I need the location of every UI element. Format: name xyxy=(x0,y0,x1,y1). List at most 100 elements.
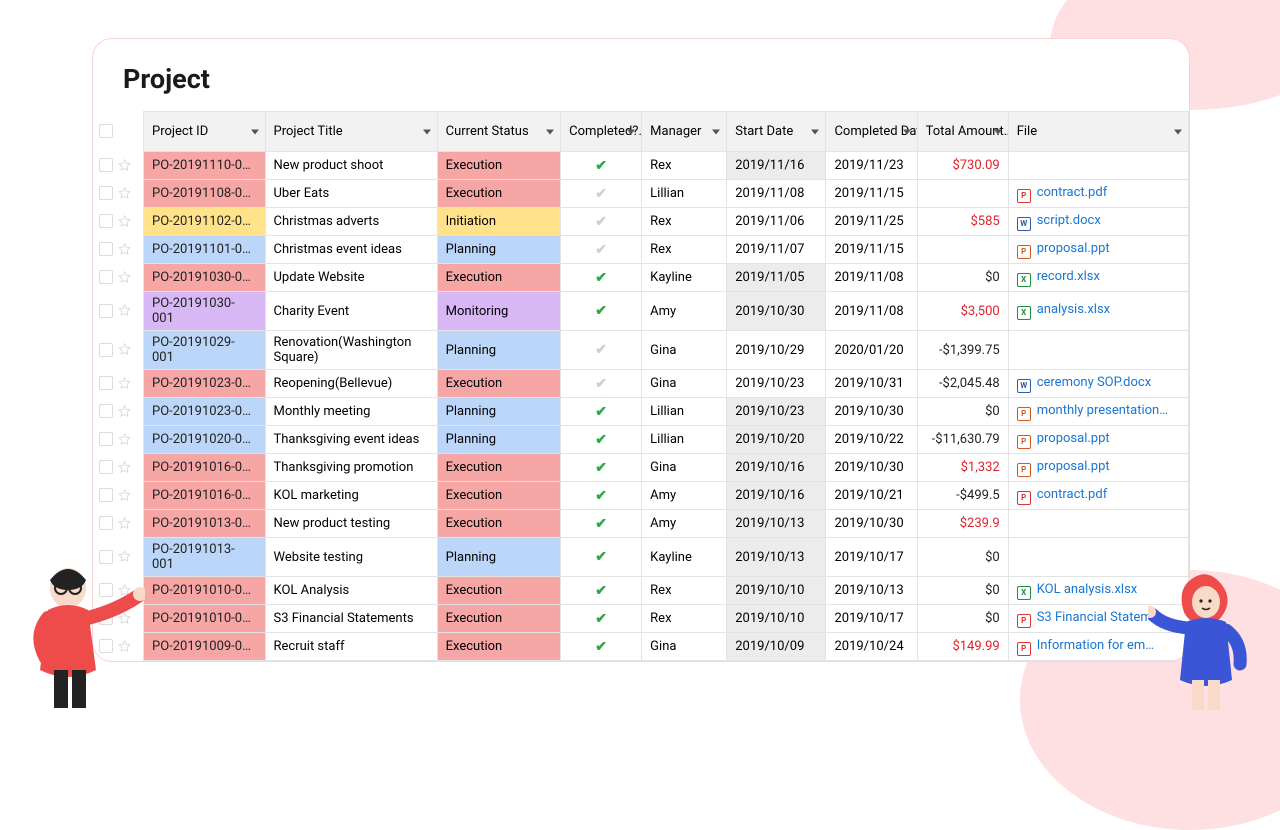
cell-start-date[interactable]: 2019/10/10 xyxy=(727,577,826,605)
cell-completed-date[interactable]: 2019/10/31 xyxy=(826,370,917,398)
cell-total-amount[interactable]: $149.99 xyxy=(917,633,1008,661)
col-header-project-title[interactable]: Project Title xyxy=(265,112,437,152)
cell-total-amount[interactable]: -$499.5 xyxy=(917,482,1008,510)
col-header-manager[interactable]: Manager xyxy=(642,112,727,152)
chevron-down-icon[interactable] xyxy=(546,129,554,134)
row-checkbox[interactable] xyxy=(99,270,113,284)
cell-current-status[interactable]: Execution xyxy=(437,633,561,661)
cell-completed-date[interactable]: 2019/10/17 xyxy=(826,605,917,633)
cell-total-amount[interactable]: $730.09 xyxy=(917,152,1008,180)
table-row[interactable]: PO-20191010-002KOL AnalysisExecution✔Rex… xyxy=(144,577,1189,605)
cell-current-status[interactable]: Planning xyxy=(437,236,561,264)
cell-project-title[interactable]: Thanksgiving event ideas xyxy=(265,426,437,454)
file-link[interactable]: record.xlsx xyxy=(1037,269,1100,284)
cell-manager[interactable]: Lillian xyxy=(642,180,727,208)
cell-completed[interactable]: ✔ xyxy=(561,292,642,331)
cell-file[interactable]: Pproposal.ppt xyxy=(1008,236,1188,264)
star-icon[interactable] xyxy=(117,460,132,475)
col-header-start-date[interactable]: Start Date xyxy=(727,112,826,152)
chevron-down-icon[interactable] xyxy=(251,129,259,134)
cell-project-title[interactable]: Thanksgiving promotion xyxy=(265,454,437,482)
cell-completed-date[interactable]: 2019/10/21 xyxy=(826,482,917,510)
cell-completed-date[interactable]: 2019/10/30 xyxy=(826,398,917,426)
cell-manager[interactable]: Rex xyxy=(642,577,727,605)
star-icon[interactable] xyxy=(117,214,132,229)
table-row[interactable]: PO-20191108-001Uber EatsExecution✔Lillia… xyxy=(144,180,1189,208)
cell-completed[interactable]: ✔ xyxy=(561,454,642,482)
cell-completed[interactable]: ✔ xyxy=(561,264,642,292)
cell-total-amount[interactable]: -$1,399.75 xyxy=(917,331,1008,370)
cell-manager[interactable]: Rex xyxy=(642,236,727,264)
chevron-down-icon[interactable] xyxy=(903,129,911,134)
cell-file[interactable]: Pproposal.ppt xyxy=(1008,426,1188,454)
cell-project-id[interactable]: PO-20191009-001 xyxy=(144,633,266,661)
cell-completed-date[interactable]: 2019/10/13 xyxy=(826,577,917,605)
cell-current-status[interactable]: Planning xyxy=(437,398,561,426)
cell-start-date[interactable]: 2019/10/13 xyxy=(727,538,826,577)
cell-completed[interactable]: ✔ xyxy=(561,482,642,510)
cell-completed-date[interactable]: 2019/11/08 xyxy=(826,264,917,292)
cell-manager[interactable]: Amy xyxy=(642,292,727,331)
table-row[interactable]: PO-20191016-002Thanksgiving promotionExe… xyxy=(144,454,1189,482)
cell-total-amount[interactable]: -$2,045.48 xyxy=(917,370,1008,398)
cell-project-id[interactable]: PO-20191102-002 xyxy=(144,208,266,236)
cell-file[interactable] xyxy=(1008,510,1188,538)
cell-completed-date[interactable]: 2019/11/15 xyxy=(826,180,917,208)
cell-project-id[interactable]: PO-20191010-001 xyxy=(144,605,266,633)
star-icon[interactable] xyxy=(117,516,132,531)
cell-completed[interactable]: ✔ xyxy=(561,398,642,426)
chevron-down-icon[interactable] xyxy=(811,129,819,134)
cell-completed[interactable]: ✔ xyxy=(561,236,642,264)
cell-start-date[interactable]: 2019/10/16 xyxy=(727,482,826,510)
cell-completed-date[interactable]: 2019/11/15 xyxy=(826,236,917,264)
table-row[interactable]: PO-20191013-002New product testingExecut… xyxy=(144,510,1189,538)
cell-total-amount[interactable]: $0 xyxy=(917,538,1008,577)
cell-completed-date[interactable]: 2019/11/08 xyxy=(826,292,917,331)
chevron-down-icon[interactable] xyxy=(994,129,1002,134)
file-link[interactable]: contract.pdf xyxy=(1037,487,1108,502)
cell-project-title[interactable]: Monthly meeting xyxy=(265,398,437,426)
cell-project-title[interactable]: S3 Financial Statements xyxy=(265,605,437,633)
file-link[interactable]: ceremony SOP.docx xyxy=(1037,375,1151,390)
cell-project-title[interactable]: Charity Event xyxy=(265,292,437,331)
row-checkbox[interactable] xyxy=(99,376,113,390)
cell-current-status[interactable]: Execution xyxy=(437,370,561,398)
table-row[interactable]: PO-20191013-001Website testingPlanning✔K… xyxy=(144,538,1189,577)
cell-current-status[interactable]: Execution xyxy=(437,180,561,208)
cell-completed-date[interactable]: 2019/10/22 xyxy=(826,426,917,454)
cell-project-title[interactable]: Christmas event ideas xyxy=(265,236,437,264)
col-header-completed-date[interactable]: Completed Date xyxy=(826,112,917,152)
cell-start-date[interactable]: 2019/11/06 xyxy=(727,208,826,236)
cell-project-id[interactable]: PO-20191023-001 xyxy=(144,398,266,426)
cell-completed-date[interactable]: 2019/10/17 xyxy=(826,538,917,577)
cell-start-date[interactable]: 2019/10/13 xyxy=(727,510,826,538)
row-checkbox[interactable] xyxy=(99,124,113,138)
cell-completed-date[interactable]: 2019/10/24 xyxy=(826,633,917,661)
chevron-down-icon[interactable] xyxy=(627,129,635,134)
cell-completed[interactable]: ✔ xyxy=(561,180,642,208)
table-row[interactable]: PO-20191009-001Recruit staffExecution✔Gi… xyxy=(144,633,1189,661)
cell-project-id[interactable]: PO-20191013-002 xyxy=(144,510,266,538)
table-row[interactable]: PO-20191023-002Reopening(Bellevue)Execut… xyxy=(144,370,1189,398)
cell-current-status[interactable]: Execution xyxy=(437,454,561,482)
cell-manager[interactable]: Amy xyxy=(642,510,727,538)
file-link[interactable]: script.docx xyxy=(1037,213,1101,228)
file-link[interactable]: Information for em… xyxy=(1037,638,1154,653)
cell-completed[interactable]: ✔ xyxy=(561,426,642,454)
cell-completed[interactable]: ✔ xyxy=(561,208,642,236)
star-icon[interactable] xyxy=(117,270,132,285)
row-checkbox[interactable] xyxy=(99,516,113,530)
cell-total-amount[interactable]: $0 xyxy=(917,398,1008,426)
cell-manager[interactable]: Gina xyxy=(642,331,727,370)
cell-project-id[interactable]: PO-20191020-001 xyxy=(144,426,266,454)
table-row[interactable]: PO-20191020-001Thanksgiving event ideas P… xyxy=(144,426,1189,454)
star-icon[interactable] xyxy=(117,488,132,503)
file-link[interactable]: contract.pdf xyxy=(1037,185,1108,200)
cell-project-title[interactable]: KOL Analysis xyxy=(265,577,437,605)
cell-project-id[interactable]: PO-20191016-002 xyxy=(144,454,266,482)
file-link[interactable]: KOL analysis.xlsx xyxy=(1037,582,1138,597)
cell-completed[interactable]: ✔ xyxy=(561,331,642,370)
cell-start-date[interactable]: 2019/11/05 xyxy=(727,264,826,292)
cell-project-id[interactable]: PO-20191016-001 xyxy=(144,482,266,510)
cell-project-title[interactable]: Renovation(Washington Square) xyxy=(265,331,437,370)
